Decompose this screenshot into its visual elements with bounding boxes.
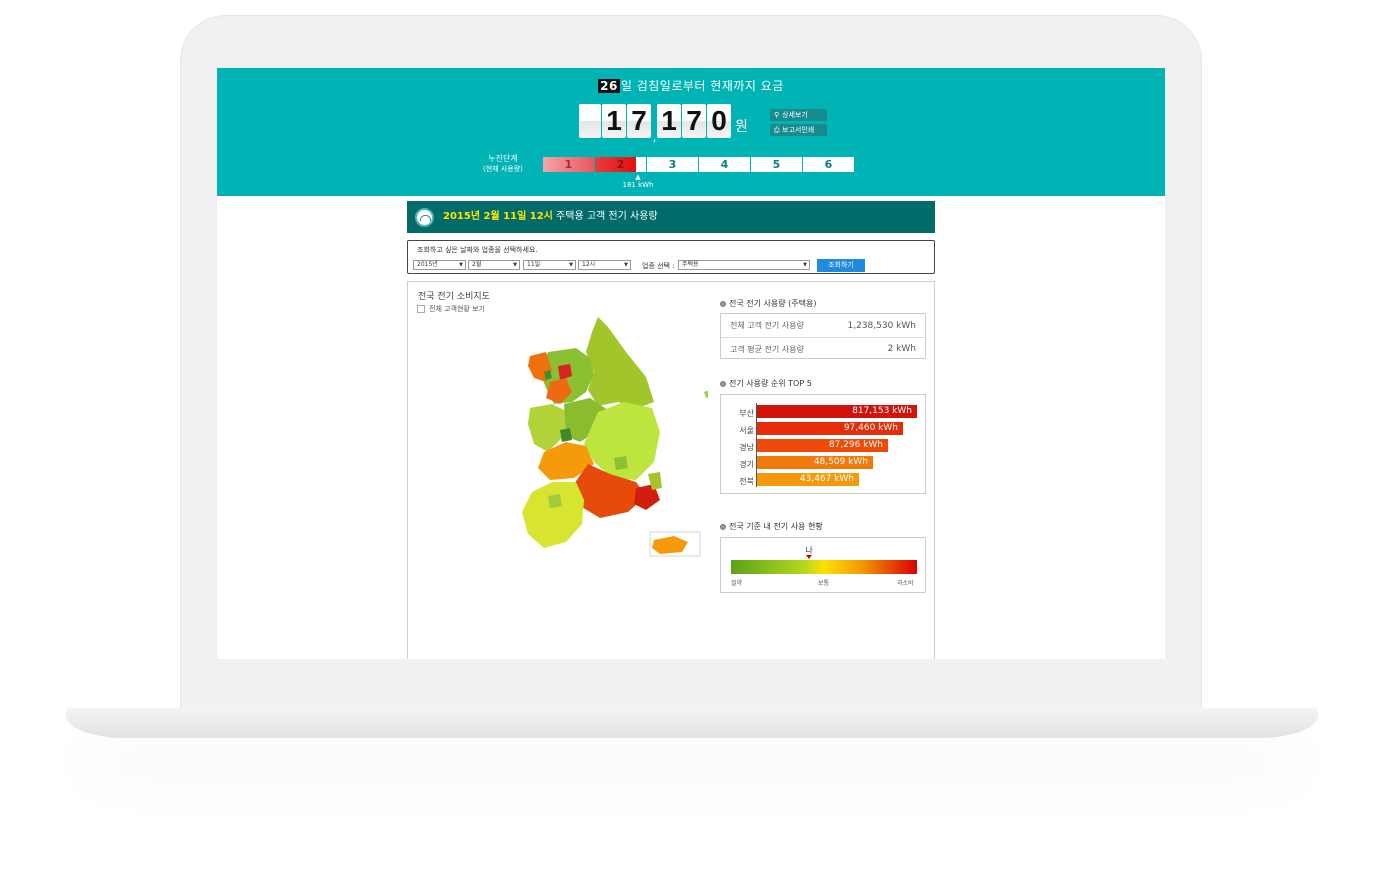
rank-region: 전북 xyxy=(739,477,754,486)
rank-region: 서울 xyxy=(739,426,754,435)
region-sejong[interactable] xyxy=(560,428,572,442)
stat-label: 고객 평균 전기 사용량 xyxy=(730,344,804,354)
map-title: 전국 전기 소비지도 xyxy=(418,292,490,302)
counter-digit: 7 xyxy=(627,104,651,138)
gauge-section-title: 전국 기준 내 전기 사용 현황 xyxy=(720,521,823,532)
laptop-base xyxy=(66,708,1318,738)
counter-digit: 7 xyxy=(682,104,706,138)
fee-counter: 1 7 , 1 7 0 원 xyxy=(579,102,748,143)
content-date: 2015년 2월 11일 12시 xyxy=(443,211,553,222)
detail-button-label: 상세보기 xyxy=(782,111,808,119)
rank-bar[interactable]: 87,296 kWh xyxy=(757,439,888,452)
dashboard-panel: 전국 전기 소비지도 전체 고객현황 보기 전국 전기 사용량 (주택용) 전체… xyxy=(407,281,935,659)
fee-title-text: 일 검침일로부터 현재까지 요금 xyxy=(620,79,784,93)
year-select[interactable]: 2015년 xyxy=(413,260,466,270)
bullet-icon xyxy=(720,380,726,387)
day-select[interactable]: 11일 xyxy=(523,260,576,270)
filter-panel: 조회하고 싶은 날짜와 업종을 선택하세요. 2015년 2월 11일 12시 … xyxy=(407,240,935,274)
content-title-bar: 2015년 2월 11일 12시 주택용 고객 전기 사용량 xyxy=(407,201,935,233)
gauge-legend-low: 절약 xyxy=(731,580,743,587)
tier-label-main: 누진단계 xyxy=(488,154,518,163)
print-report-button[interactable]: ⎙ 보고서인쇄 xyxy=(770,124,827,136)
tier-step: 5 xyxy=(751,157,802,172)
fee-header: 26 일 검침일로부터 현재까지 요금 1 7 , 1 7 0 원 ⚲ 상세보기 ⎙… xyxy=(217,68,1165,196)
print-button-label: 보고서인쇄 xyxy=(782,126,815,134)
usage-section-title: 전국 전기 사용량 (주택용) xyxy=(720,298,816,309)
usage-stats: 전체 고객 전기 사용량 1,238,530 kWh 고객 평균 전기 사용량 … xyxy=(720,313,926,359)
gauge-legend-mid: 보통 xyxy=(818,580,830,587)
region-ulleungdo[interactable] xyxy=(704,390,708,398)
rank-bar[interactable]: 97,460 kWh xyxy=(757,422,903,435)
gauge-bar xyxy=(731,560,917,574)
stat-value: 2 kWh xyxy=(887,344,916,354)
tier-step: 4 xyxy=(699,157,750,172)
usage-title: 전국 전기 사용량 (주택용) xyxy=(729,299,817,308)
triangle-down-icon xyxy=(806,555,813,559)
counter-digit-blank xyxy=(579,104,601,138)
korea-consumption-map[interactable] xyxy=(448,312,708,562)
search-icon: ⚲ xyxy=(774,111,780,119)
ranking-chart: 부산 817,153 kWh 서울 97,460 kWh 경남 87,296 k… xyxy=(720,394,926,494)
counter-digit: 0 xyxy=(707,104,731,138)
stat-value: 1,238,530 kWh xyxy=(847,320,916,331)
tier-step: 1 xyxy=(543,157,594,172)
rank-region: 부산 xyxy=(739,409,754,418)
counter-digit: 1 xyxy=(602,104,626,138)
gauge-legend-high: 과소비 xyxy=(897,580,914,587)
region-gwangju[interactable] xyxy=(548,494,562,508)
ranking-section-title: 전기 사용량 순위 TOP 5 xyxy=(720,378,812,389)
ranking-title: 전기 사용량 순위 TOP 5 xyxy=(729,379,812,388)
tier-label: 누진단계 (현재 사용량) xyxy=(483,154,523,174)
triangle-up-icon: ▲ xyxy=(635,173,641,181)
content-title: 주택용 고객 전기 사용량 xyxy=(552,211,658,222)
tier-scale: 1 2 3 4 5 6 xyxy=(543,157,855,172)
rank-region: 경남 xyxy=(739,443,754,452)
currency-unit: 원 xyxy=(735,119,748,135)
fee-title: 26 일 검침일로부터 현재까지 요금 xyxy=(217,77,1165,94)
meter-day: 26 xyxy=(598,79,620,93)
region-jeonnam[interactable] xyxy=(522,482,584,548)
rank-bar[interactable]: 48,509 kWh xyxy=(757,456,873,469)
tier-step: 6 xyxy=(803,157,854,172)
type-select[interactable]: 주택용 xyxy=(678,260,810,270)
detail-button[interactable]: ⚲ 상세보기 xyxy=(770,109,827,121)
rank-bar[interactable]: 43,467 kWh xyxy=(757,473,859,486)
screen: 26 일 검침일로부터 현재까지 요금 1 7 , 1 7 0 원 ⚲ 상세보기 ⎙… xyxy=(217,68,1165,659)
kepco-logo-icon xyxy=(415,208,434,227)
current-usage-marker: ▲ 181 kWh xyxy=(620,173,656,189)
region-daegu[interactable] xyxy=(614,456,628,470)
filter-hint: 조회하고 싶은 날짜와 업종을 선택하세요. xyxy=(417,246,538,254)
type-label: 업종 선택 : xyxy=(642,262,675,270)
gauge-title: 전국 기준 내 전기 사용 현황 xyxy=(729,522,823,531)
counter-digit: 1 xyxy=(657,104,681,138)
hour-select[interactable]: 12시 xyxy=(578,260,631,270)
tier-label-sub: (현재 사용량) xyxy=(483,165,523,173)
region-gangwon[interactable] xyxy=(586,317,654,408)
bullet-icon xyxy=(720,523,726,530)
rank-region: 경기 xyxy=(739,460,754,469)
search-button[interactable]: 조회하기 xyxy=(817,259,865,272)
month-select[interactable]: 2월 xyxy=(468,260,520,270)
rank-bar[interactable]: 817,153 kWh xyxy=(757,405,917,418)
tier-step: 3 xyxy=(647,157,698,172)
current-usage: 181 kWh xyxy=(622,181,654,189)
stat-row: 전체 고객 전기 사용량 1,238,530 kWh xyxy=(721,314,925,337)
checkbox-icon xyxy=(417,305,425,313)
region-jeju[interactable] xyxy=(652,536,688,554)
consumption-gauge: 나 절약 보통 과소비 xyxy=(720,537,926,593)
stat-row: 고객 평균 전기 사용량 2 kWh xyxy=(721,337,925,360)
print-icon: ⎙ xyxy=(774,126,780,134)
bullet-icon xyxy=(720,300,726,307)
tier-step: 2 xyxy=(595,157,646,172)
stat-label: 전체 고객 전기 사용량 xyxy=(730,321,804,330)
